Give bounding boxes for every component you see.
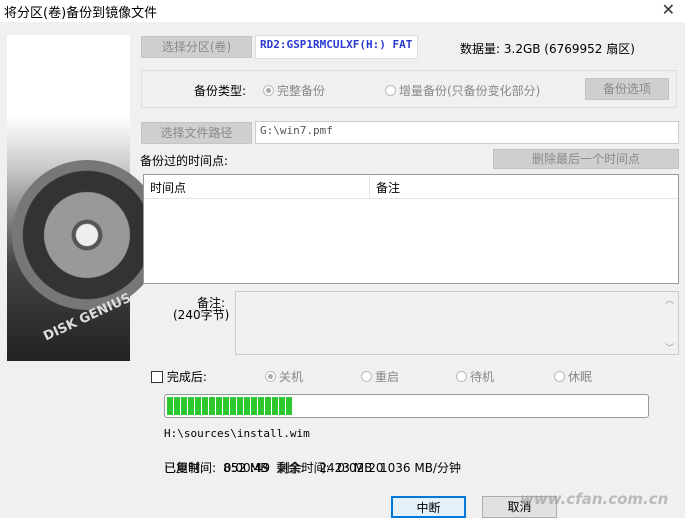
note-textarea[interactable] (235, 291, 679, 355)
radio-icon (456, 371, 467, 382)
option-label: 待机 (470, 370, 495, 384)
full-backup-label: 完整备份 (277, 84, 326, 98)
after-option-standby[interactable]: 待机 (456, 368, 494, 385)
backup-type-label: 备份类型: (194, 84, 247, 98)
data-amount-label: 数据量: (460, 42, 501, 56)
delete-last-timepoint-button[interactable]: 删除最后一个时间点 (493, 149, 679, 169)
data-amount-value: 3.2GB (6769952 扇区) (503, 42, 635, 56)
option-label: 休眠 (568, 370, 593, 384)
time-left-label: 剩余时间: (277, 461, 330, 475)
note-hint: (240字节) (173, 308, 230, 322)
radio-icon (554, 371, 565, 382)
option-label: 关机 (279, 370, 304, 384)
after-option-shutdown[interactable]: 关机 (265, 368, 303, 385)
window-title: 将分区(卷)备份到镜像文件 (0, 0, 685, 22)
speed-value: 1036 MB/分钟 (379, 461, 461, 475)
after-completion-label: 完成后: (166, 370, 207, 384)
radio-icon (265, 371, 276, 382)
timepoints-table[interactable]: 时间点 备注 (143, 174, 679, 284)
select-path-button[interactable]: 选择文件路径 (141, 122, 252, 144)
column-header-note[interactable]: 备注 (370, 175, 406, 198)
scroll-up-icon[interactable]: ︿ (665, 293, 674, 306)
elapsed-value: 0:00:49 (223, 461, 270, 475)
after-option-restart[interactable]: 重启 (361, 368, 399, 385)
timepoints-label: 备份过的时间点: (140, 154, 229, 168)
backup-options-button[interactable]: 备份选项 (585, 78, 669, 100)
time-left-value: 0:02:20 (337, 461, 384, 475)
close-icon[interactable]: ✕ (662, 0, 675, 19)
current-file: H:\sources\install.wim (164, 427, 310, 440)
radio-icon (361, 371, 372, 382)
partition-field[interactable]: RD2:GSP1RMCULXF(H:) FAT (255, 35, 418, 59)
incremental-backup-label: 增量备份(只备份变化部分) (399, 84, 541, 98)
radio-icon (263, 85, 274, 96)
after-completion-checkbox[interactable]: 完成后: (151, 368, 207, 385)
scroll-down-icon[interactable]: ﹀ (665, 341, 674, 354)
watermark: www.cfan.com.cn (520, 490, 669, 508)
progress-fill (167, 397, 292, 415)
full-backup-radio[interactable]: 完整备份 (263, 82, 325, 99)
incremental-backup-radio[interactable]: 增量备份(只备份变化部分) (385, 82, 540, 99)
path-field[interactable]: G:\win7.pmf (255, 121, 679, 144)
option-label: 重启 (375, 370, 400, 384)
column-header-time[interactable]: 时间点 (144, 175, 370, 198)
checkbox-icon (151, 371, 163, 383)
elapsed-label: 已用时间: (164, 461, 217, 475)
select-partition-button[interactable]: 选择分区(卷) (141, 36, 252, 58)
hard-disk-image (12, 160, 162, 310)
radio-icon (385, 85, 396, 96)
after-option-hibernate[interactable]: 休眠 (554, 368, 592, 385)
progress-bar (164, 394, 649, 418)
abort-button[interactable]: 中断 (391, 496, 466, 518)
